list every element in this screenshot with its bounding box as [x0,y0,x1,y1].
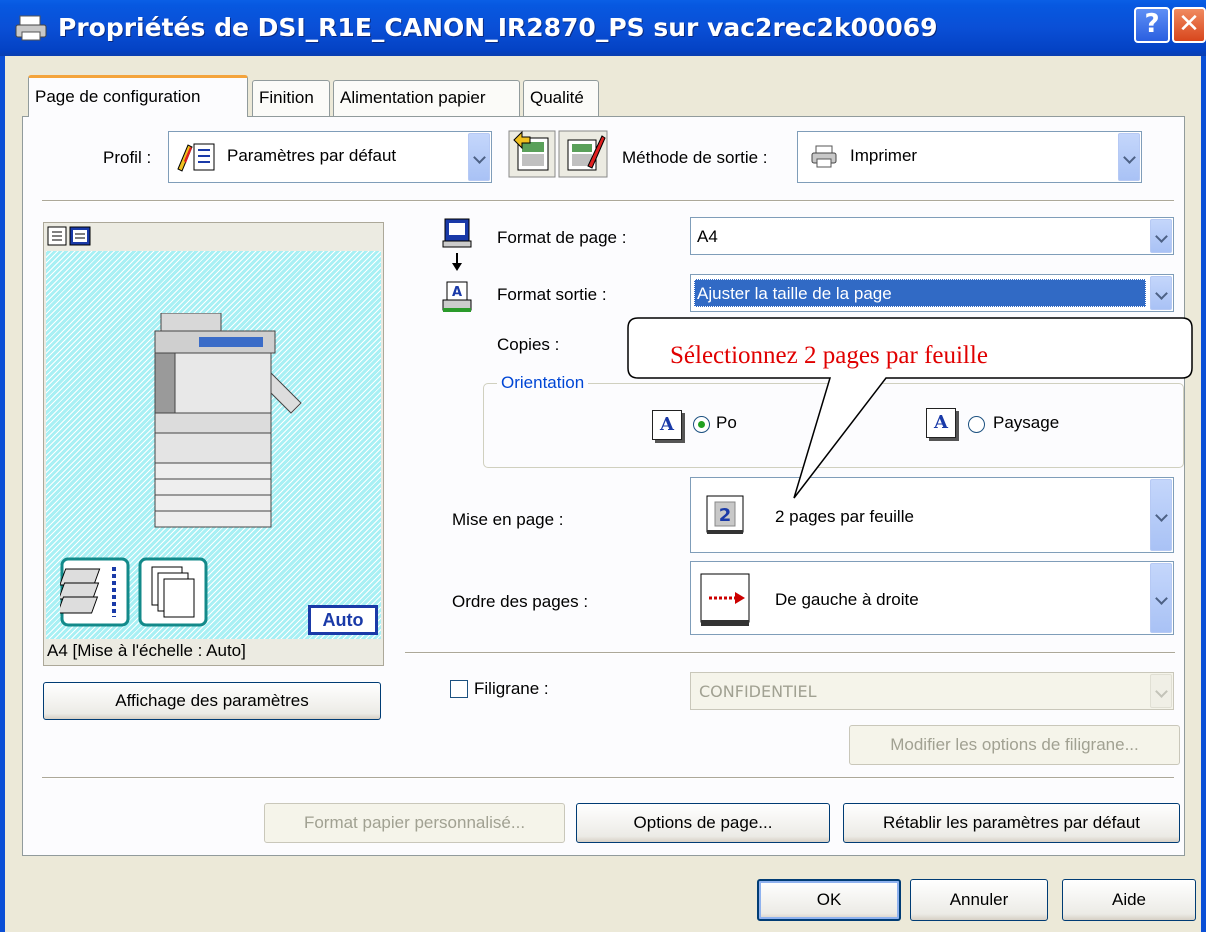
restore-defaults-button[interactable]: Rétablir les paramètres par défaut [843,803,1180,843]
output-method-value: Imprimer [850,146,918,165]
output-size-value: Ajuster la taille de la page [697,284,892,303]
preview-panel: Auto A4 [Mise à l'échelle : Auto] [43,222,384,666]
page-size-dropdown[interactable]: A4 [690,217,1174,255]
window-frame-left [0,56,5,932]
window-title: Propriétés de DSI_R1E_CANON_IR2870_PS su… [58,13,938,42]
collate-icon [60,557,130,627]
layout-label: Mise en page : [452,510,564,529]
separator [42,200,1174,202]
printer-preview-image: Auto [46,251,381,639]
separator [42,777,1174,779]
profile-dropdown-arrow[interactable] [468,133,490,181]
portrait-label[interactable]: Po [716,413,737,433]
watermark-label[interactable]: Filigrane : [474,679,549,699]
page-order-value: De gauche à droite [775,590,919,609]
window-frame-right [1201,56,1206,932]
profile-dropdown[interactable]: Paramètres par défaut [168,131,492,183]
copies-icon [138,557,208,627]
landscape-icon: A [926,408,956,438]
orientation-group-label: Orientation [497,373,589,393]
landscape-radio[interactable] [968,416,985,433]
layout-dropdown-arrow[interactable] [1150,479,1172,551]
watermark-dropdown-arrow[interactable] [1150,674,1172,708]
cancel-button[interactable]: Annuler [910,879,1048,921]
page-size-icon [442,218,472,271]
preview-settings-icon[interactable] [69,226,91,246]
page-size-value: A4 [697,227,718,246]
watermark-value: CONFIDENTIEL [699,682,817,701]
output-size-dropdown[interactable]: Ajuster la taille de la page [690,274,1174,312]
page-size-dropdown-arrow[interactable] [1150,219,1172,253]
svg-text:2: 2 [719,505,732,526]
custom-paper-size-button[interactable]: Format papier personnalisé... [264,803,565,843]
tab-page-configuration[interactable]: Page de configuration [28,75,248,117]
svg-text:A: A [452,285,462,300]
page-order-dropdown-arrow[interactable] [1150,563,1172,633]
tab-finition[interactable]: Finition [252,80,330,116]
page-options-button[interactable]: Options de page... [576,803,830,843]
portrait-icon: A [652,410,682,440]
show-settings-button[interactable]: Affichage des paramètres [43,682,381,720]
auto-badge: Auto [308,605,378,635]
ok-button[interactable]: OK [757,879,901,921]
profile-pencil-icon [177,143,215,172]
output-size-label: Format sortie : [497,285,607,304]
help-title-button[interactable]: ? [1134,7,1170,43]
output-size-icon: A [442,281,472,312]
copies-label: Copies : [497,335,560,354]
profile-value: Paramètres par défaut [227,146,397,165]
callout-text: Sélectionnez 2 pages par feuille [670,342,988,369]
output-size-dropdown-arrow[interactable] [1150,276,1172,310]
watermark-dropdown[interactable]: CONFIDENTIEL [690,672,1174,710]
output-method-label: Méthode de sortie : [622,148,768,167]
two-pages-per-sheet-icon: 2 [706,495,744,534]
help-button[interactable]: Aide [1062,879,1196,921]
portrait-radio[interactable] [693,416,710,433]
output-method-dropdown[interactable]: Imprimer [797,131,1142,183]
left-to-right-icon [700,573,750,626]
page-size-label: Format de page : [497,228,627,247]
preview-single-icon[interactable] [47,226,67,246]
profile-edit-icon[interactable] [558,130,608,178]
layout-value: 2 pages par feuille [775,507,914,526]
profile-save-icon[interactable] [508,130,556,178]
printer-icon [15,15,47,41]
close-button[interactable]: ✕ [1172,7,1206,43]
preview-caption: A4 [Mise à l'échelle : Auto] [47,641,246,660]
page-order-dropdown[interactable]: De gauche à droite [690,561,1174,635]
tab-alimentation-papier[interactable]: Alimentation papier [333,80,520,116]
watermark-options-button[interactable]: Modifier les options de filigrane... [849,725,1180,765]
profile-label: Profil : [103,148,152,167]
tab-qualite[interactable]: Qualité [523,80,599,116]
landscape-label[interactable]: Paysage [993,413,1059,433]
output-method-dropdown-arrow[interactable] [1118,133,1140,181]
watermark-checkbox[interactable] [450,680,468,698]
separator [405,652,1175,654]
copier-machine-illustration [154,313,302,528]
page-order-label: Ordre des pages : [452,592,589,611]
printer-icon [811,145,837,168]
layout-dropdown[interactable]: 2 2 pages par feuille [690,477,1174,553]
orientation-group [483,383,1184,468]
